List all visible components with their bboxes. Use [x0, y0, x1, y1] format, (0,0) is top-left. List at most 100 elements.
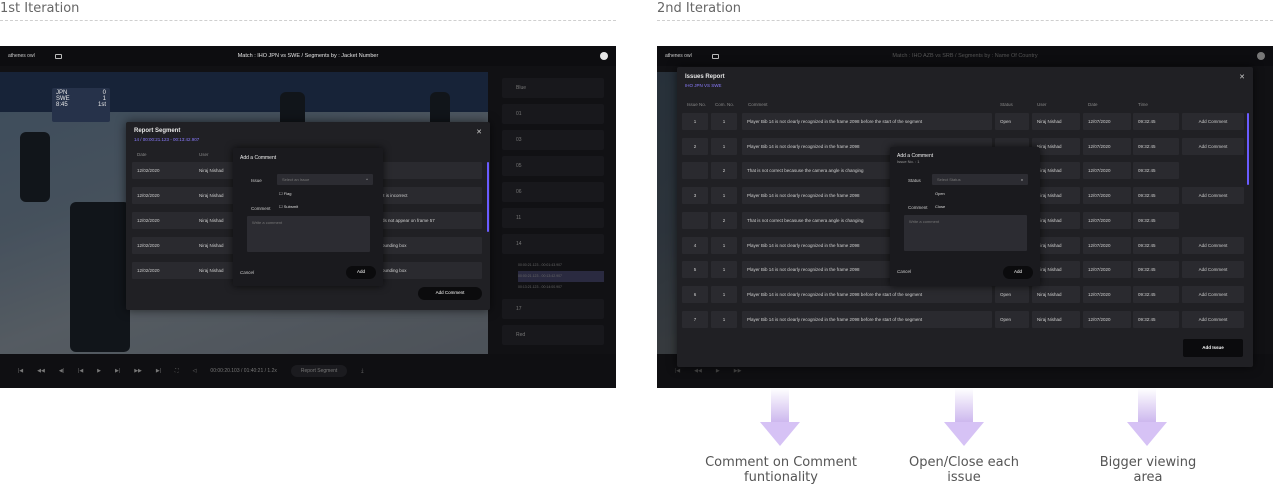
table-cell-date: 12/07/2020	[1083, 285, 1131, 303]
sidebar-group[interactable]: Blue	[502, 78, 604, 98]
table-cell-date: 12/07/2020	[1083, 211, 1131, 229]
add-comment-modal: Add a Comment Issue No. : 1 Status Selec…	[890, 147, 1040, 286]
sidebar-group[interactable]: 01	[502, 104, 604, 124]
table-cell-user: Niraj Nishad	[1032, 285, 1080, 303]
next-frame-icon[interactable]: ▶|	[115, 368, 120, 374]
scrollbar[interactable]	[487, 162, 489, 232]
step-forward-icon[interactable]: ▶▶	[734, 368, 742, 374]
skip-start-icon[interactable]: |◀	[18, 368, 23, 374]
issue-select[interactable]: Select an Issue ^	[277, 174, 373, 185]
cancel-button[interactable]: Cancel	[897, 269, 911, 274]
segment-list: 00:00:21.123 - 00:01:43.907 00:00:21.123…	[502, 260, 604, 293]
comment-textarea[interactable]: Write a comment	[247, 216, 370, 252]
sidebar-group[interactable]: 03	[502, 130, 604, 150]
table-cell-status: Open	[995, 113, 1029, 130]
dropdown-option[interactable]: ☐ Flag	[279, 191, 291, 196]
second-iteration-label: 2nd Iteration	[657, 1, 742, 16]
user-icon[interactable]	[600, 52, 608, 60]
volume-icon[interactable]: ◁	[193, 368, 197, 374]
add-issue-button[interactable]: Add Issue	[1183, 339, 1243, 357]
add-comment-button[interactable]: Add Comment	[1182, 261, 1244, 279]
table-cell-date: 12/07/2020	[1083, 187, 1131, 205]
table-cell-issue: 2	[682, 137, 708, 155]
breadcrumb: Match : IHO AZB vs SRB / Segments by : N…	[892, 53, 1038, 59]
table-cell-issue: 5	[682, 261, 708, 279]
skip-start-icon[interactable]: |◀	[675, 368, 680, 374]
table-cell-status: Open	[995, 285, 1029, 303]
add-button[interactable]: Add	[1003, 266, 1033, 279]
issue-number: Issue No. : 1	[897, 159, 920, 164]
column-header: Com. No.	[715, 102, 735, 107]
add-comment-button[interactable]: Add Comment	[1182, 236, 1244, 254]
add-comment-modal: Add a Comment Issue Select an Issue ^ ☐ F…	[233, 148, 383, 286]
dropdown-option[interactable]: ☐ Subsmit	[279, 204, 298, 209]
cancel-button[interactable]: Cancel	[240, 270, 254, 275]
sidebar-group[interactable]: 17	[502, 299, 604, 319]
segment-item[interactable]: 00:13:21.123 - 00:14:00.907	[518, 282, 604, 293]
add-comment-button[interactable]: Add Comment	[1182, 137, 1244, 155]
download-icon[interactable]: ⤓	[361, 368, 363, 374]
step-forward-icon[interactable]: ▶▶	[134, 368, 142, 374]
comment-textarea[interactable]: Write a comment	[904, 215, 1027, 251]
sidebar-group[interactable]: 06	[502, 182, 604, 202]
table-cell-com: 1	[711, 113, 737, 130]
add-comment-button[interactable]: Add Comment	[1182, 113, 1244, 130]
fullscreen-icon[interactable]: ⛶	[175, 368, 179, 374]
segment-item[interactable]: 00:00:21.123 - 00:01:43.907	[518, 260, 604, 271]
add-comment-button[interactable]: Add Comment	[1182, 310, 1244, 328]
user-icon[interactable]	[1257, 52, 1265, 60]
divider	[657, 20, 1273, 21]
table-cell-issue	[682, 211, 708, 229]
scrollbar[interactable]	[1247, 113, 1249, 185]
modal-title: Report Segment	[134, 128, 181, 134]
dropdown-option[interactable]: Close	[935, 204, 945, 209]
table-cell-com: 1	[711, 137, 737, 155]
second-iteration-screen: athenes owl Match : IHO AZB vs SRB / Seg…	[657, 46, 1273, 388]
scoreboard: JPN 0 SWE 1 8:45 1st	[52, 88, 110, 122]
rewind-icon[interactable]: ◀◀	[37, 368, 45, 374]
table-cell-comment: Player Bib 14 is not clearly recognized …	[742, 285, 992, 303]
modal-subtitle: 14 / 00:00:21.123 - 00:13:42.907	[134, 137, 200, 142]
play-icon[interactable]: ▶	[97, 368, 101, 374]
status-select[interactable]: Select Status v	[932, 174, 1028, 185]
rewind-icon[interactable]: ◀◀	[694, 368, 702, 374]
column-header: User	[199, 152, 209, 157]
column-header: Time	[1138, 102, 1148, 107]
prev-frame-icon[interactable]: |◀	[78, 368, 83, 374]
close-icon[interactable]: ✕	[476, 128, 482, 136]
sidebar-group[interactable]: Red	[502, 325, 604, 345]
report-segment-button[interactable]: Report Segment	[290, 365, 348, 377]
segment-item-selected[interactable]: 00:00:21.123 - 00:13:42.907	[518, 271, 604, 282]
table-cell-com: 1	[711, 187, 737, 205]
step-back-icon[interactable]: ◀|	[59, 368, 64, 374]
play-icon[interactable]: ▶	[716, 368, 720, 374]
divider	[0, 20, 616, 21]
table-cell-status: Open	[995, 310, 1029, 328]
first-iteration-screen: athenes owl Match : IHO JPN vs SWE / Seg…	[0, 46, 616, 388]
game-clock: 8:45	[56, 102, 68, 108]
close-icon[interactable]: ✕	[1239, 73, 1245, 81]
add-button[interactable]: Add	[346, 266, 376, 279]
table-cell-date: 12/07/2020	[1083, 113, 1131, 130]
sidebar-group[interactable]: 05	[502, 156, 604, 176]
sidebar-group[interactable]: 11	[502, 208, 604, 228]
chevron-up-icon: ^	[366, 177, 368, 182]
breadcrumb: Match : IHO JPN vs SWE / Segments by : J…	[237, 53, 379, 59]
sidebar-group[interactable]: 14	[502, 234, 604, 254]
caption-comment-on-comment: Comment on Comment funtionality	[705, 455, 857, 485]
column-header: Status	[1000, 102, 1013, 107]
segments-sidebar: Blue 01 03 05 06 11 14 00:00:21.123 - 00…	[502, 78, 604, 351]
column-header: Issue No.	[687, 102, 707, 107]
period: 1st	[97, 102, 106, 108]
top-bar: athenes owl Match : IHO AZB vs SRB / Seg…	[657, 46, 1273, 66]
table-cell-com: 2	[711, 162, 737, 180]
add-comment-button[interactable]: Add Comment	[1182, 285, 1244, 303]
table-cell-issue: 6	[682, 285, 708, 303]
add-comment-button[interactable]: Add Comment	[1182, 187, 1244, 205]
table-cell-com: 1	[711, 236, 737, 254]
skip-end-icon[interactable]: ▶|	[156, 368, 161, 374]
table-cell-com: 1	[711, 310, 737, 328]
dropdown-option[interactable]: Open	[935, 191, 945, 196]
issue-label: Issue	[251, 178, 262, 183]
add-comment-button[interactable]: Add Comment	[418, 287, 482, 300]
